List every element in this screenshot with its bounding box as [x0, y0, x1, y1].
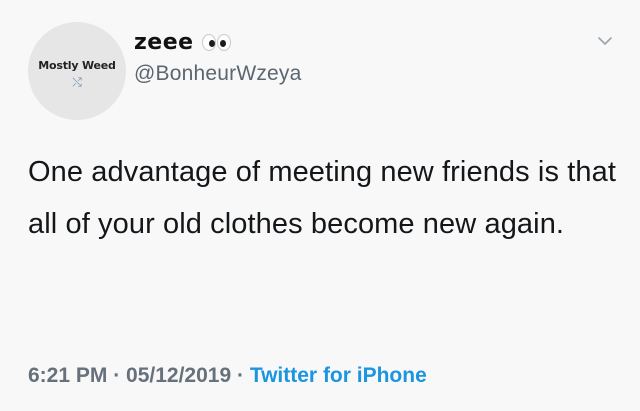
- avatar-mark-icon: ⤭: [72, 74, 82, 89]
- avatar-text: Mostly Weed: [38, 58, 116, 72]
- tweet-text: One advantage of meeting new friends is …: [28, 156, 616, 240]
- user-handle[interactable]: @BonheurWzeya: [134, 62, 302, 86]
- tweet-date[interactable]: 05/12/2019: [126, 364, 231, 387]
- chevron-down-icon[interactable]: [598, 34, 612, 48]
- meta-separator: ·: [107, 364, 127, 387]
- display-name[interactable]: zeee: [134, 30, 194, 55]
- meta-separator: ·: [231, 364, 250, 387]
- author-name-row[interactable]: zeee: [134, 30, 231, 55]
- avatar[interactable]: Mostly Weed ⤭: [28, 22, 126, 120]
- left-eye-icon: [201, 34, 216, 51]
- tweet-meta: 6:21 PM · 05/12/2019 · Twitter for iPhon…: [28, 364, 427, 388]
- tweet-time[interactable]: 6:21 PM: [28, 364, 107, 387]
- eyes-emoji-icon: [201, 34, 231, 51]
- tweet-card: Mostly Weed ⤭ zeee @BonheurWzeya One adv…: [0, 0, 640, 411]
- tweet-source-link[interactable]: Twitter for iPhone: [250, 364, 427, 387]
- right-eye-icon: [216, 34, 231, 51]
